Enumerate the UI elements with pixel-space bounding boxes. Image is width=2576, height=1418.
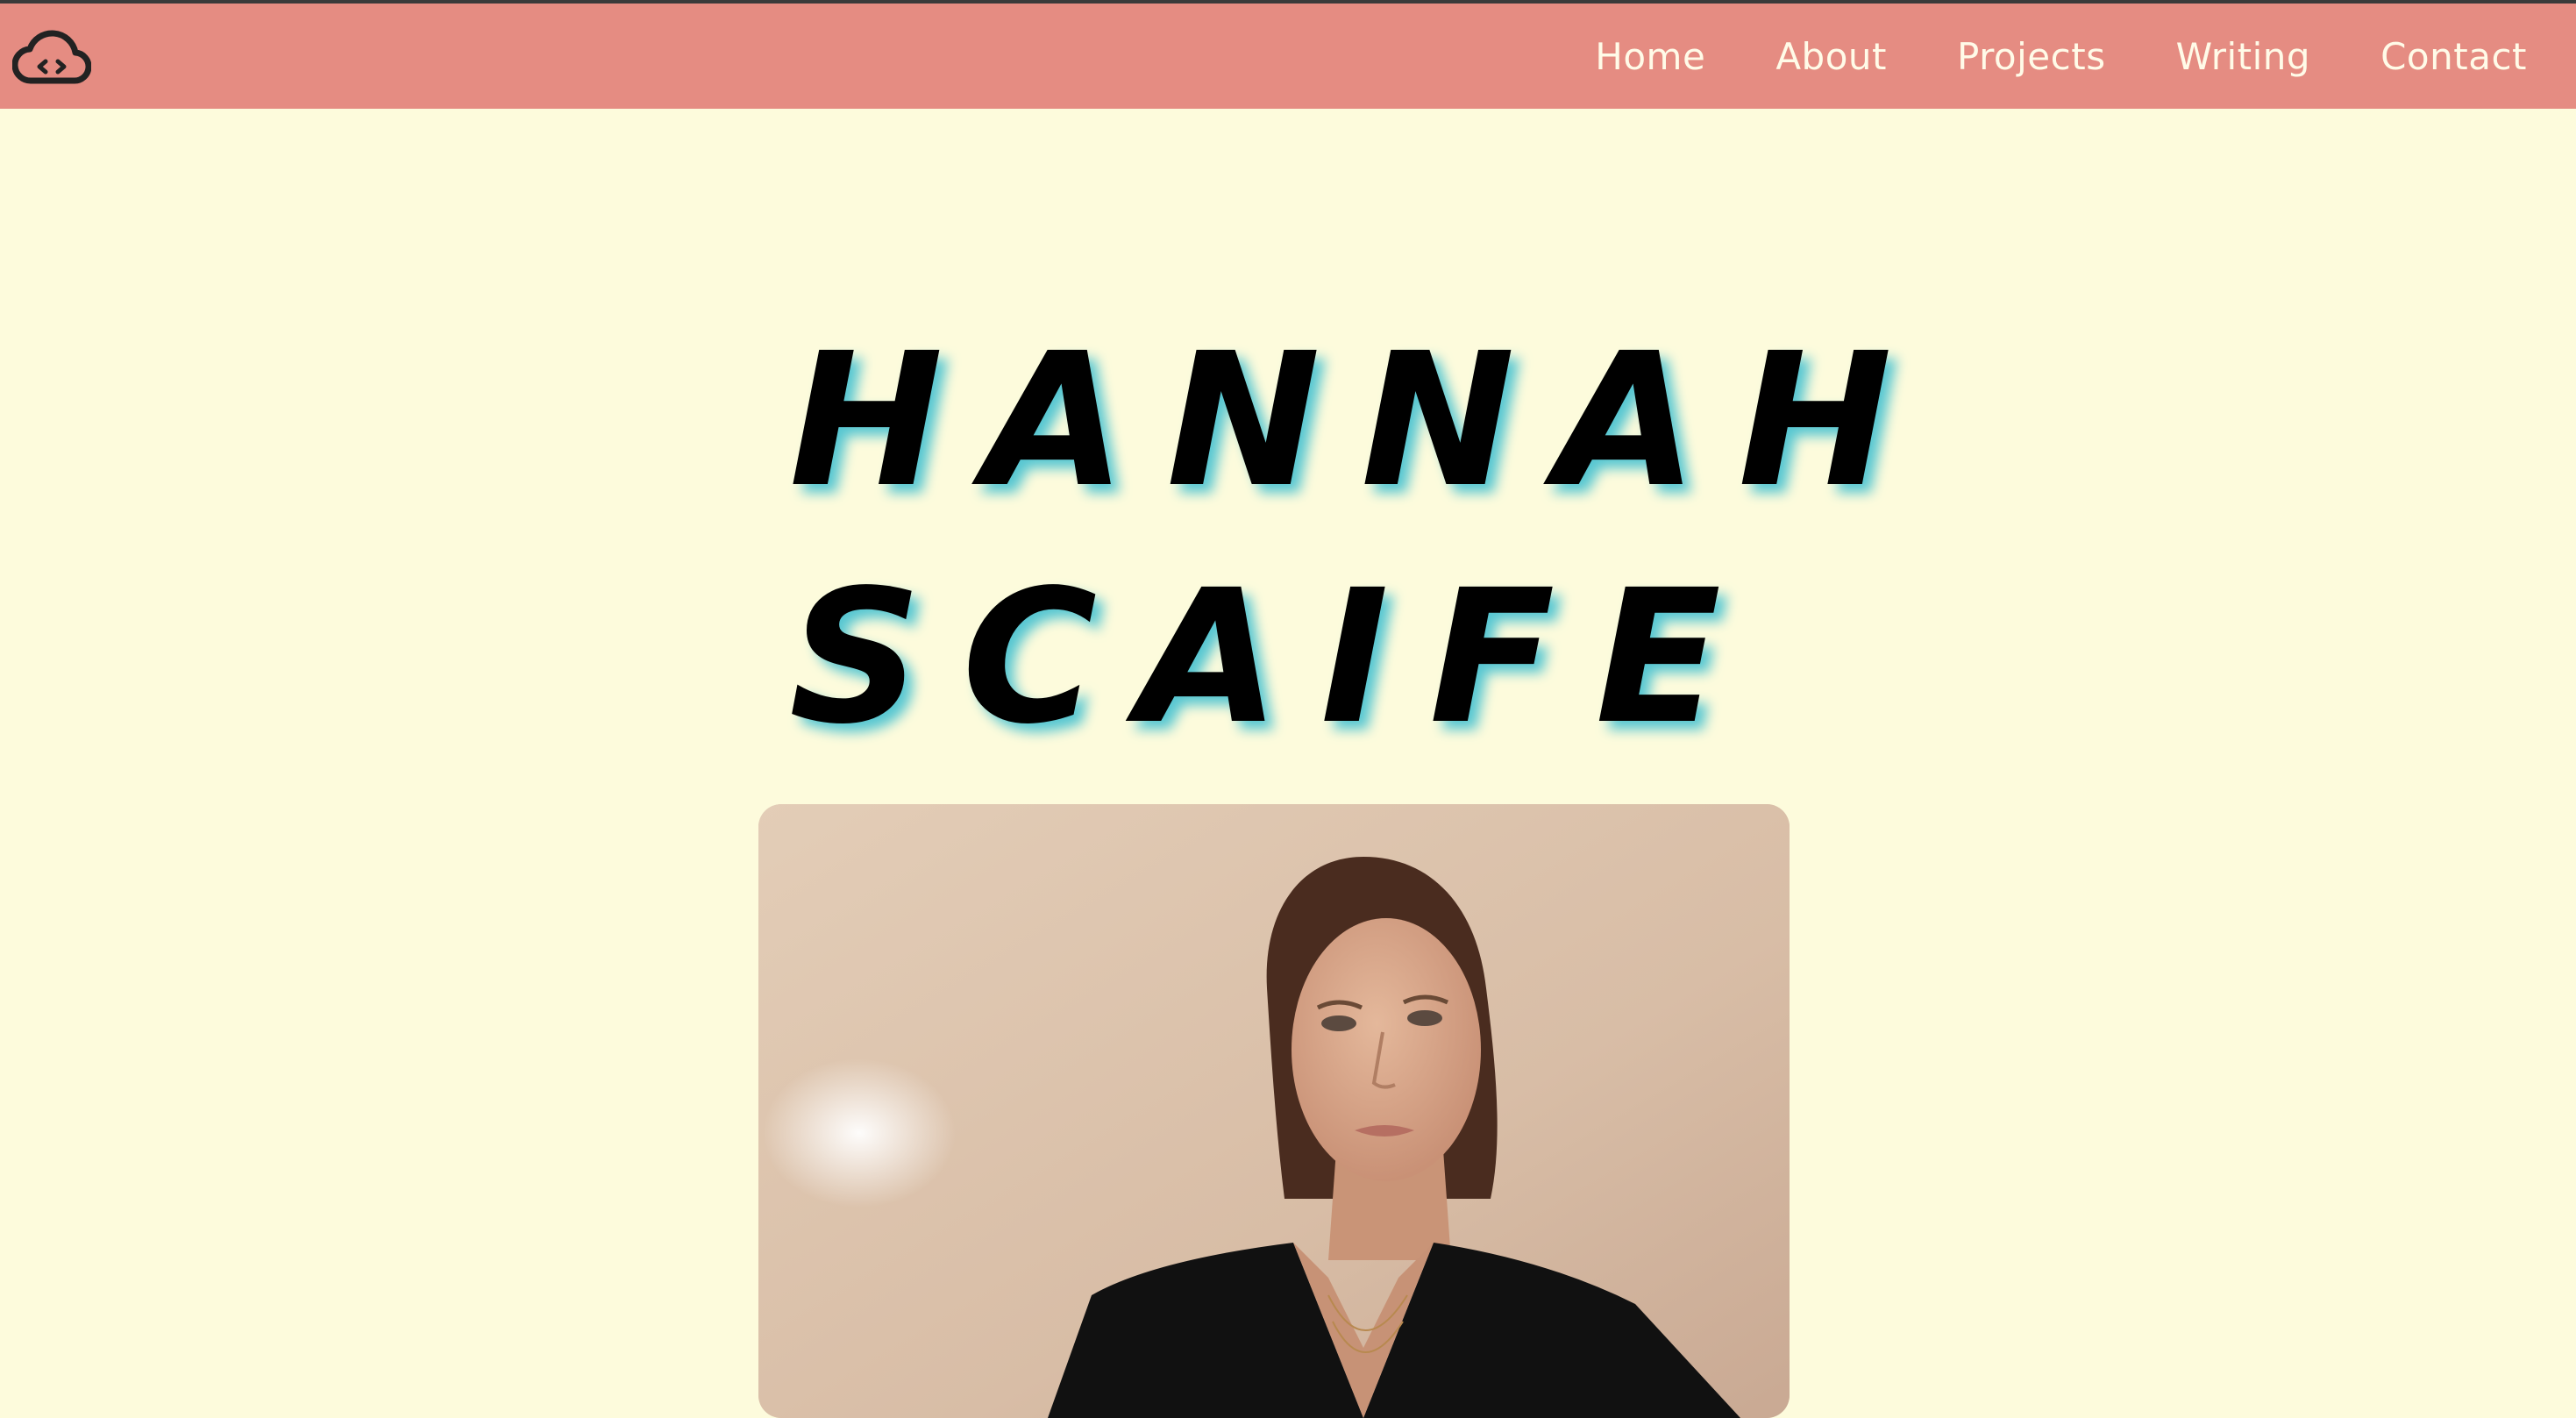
hero-last-name: SCAIFE (789, 550, 1761, 765)
nav-link-contact[interactable]: Contact (2380, 35, 2527, 78)
hero-first-name: HANNAH (789, 313, 1933, 528)
nav-link-about[interactable]: About (1775, 35, 1887, 78)
navbar: Home About Projects Writing Contact (0, 4, 2576, 109)
nav-links: Home About Projects Writing Contact (1595, 4, 2527, 109)
nav-link-home[interactable]: Home (1595, 35, 1705, 78)
portrait-photo (758, 804, 1790, 1418)
nav-link-projects[interactable]: Projects (1957, 35, 2106, 78)
nav-link-writing[interactable]: Writing (2176, 35, 2311, 78)
cloud-code-icon[interactable] (11, 23, 92, 88)
hero-title: HANNAH SCAIFE (789, 303, 1932, 776)
